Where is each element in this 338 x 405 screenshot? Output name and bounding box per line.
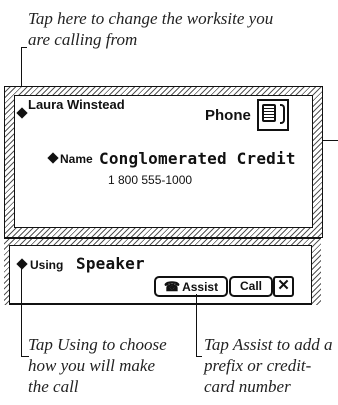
callout-assist-leader [196, 294, 197, 357]
callout-worksite: Tap here to change the worksite you are … [28, 9, 274, 49]
callout-using-leader [21, 264, 22, 357]
call-button-label: Call [239, 279, 262, 293]
telephone-keypad-icon [262, 104, 276, 122]
phone-label: Phone [205, 107, 251, 124]
close-icon: ✕ [277, 277, 290, 294]
worksite-contact-name[interactable]: Laura Winstead [28, 97, 125, 112]
telephone-icon: ☎ [163, 279, 181, 294]
assist-button-label: Assist [182, 280, 219, 294]
close-button[interactable]: ✕ [273, 276, 294, 297]
name-value: Conglomerated Credit [99, 149, 296, 168]
name-label[interactable]: Name [60, 152, 93, 166]
callout-assist: Tap Assist to add a prefix or credit-car… [204, 335, 333, 396]
telephone-handset-icon [280, 104, 285, 124]
call-button[interactable]: Call [229, 276, 273, 297]
callout-assist-leader-foot [196, 356, 202, 357]
using-value: Speaker [76, 254, 145, 273]
assist-button[interactable]: ☎ Assist [154, 276, 228, 297]
telephone-icon[interactable] [257, 99, 289, 131]
callout-worksite-leader-top [21, 47, 27, 48]
phone-number: 1 800 555-1000 [108, 173, 193, 187]
using-label[interactable]: Using [30, 258, 63, 272]
callout-using: Tap Using to choose how you will make th… [28, 335, 167, 396]
